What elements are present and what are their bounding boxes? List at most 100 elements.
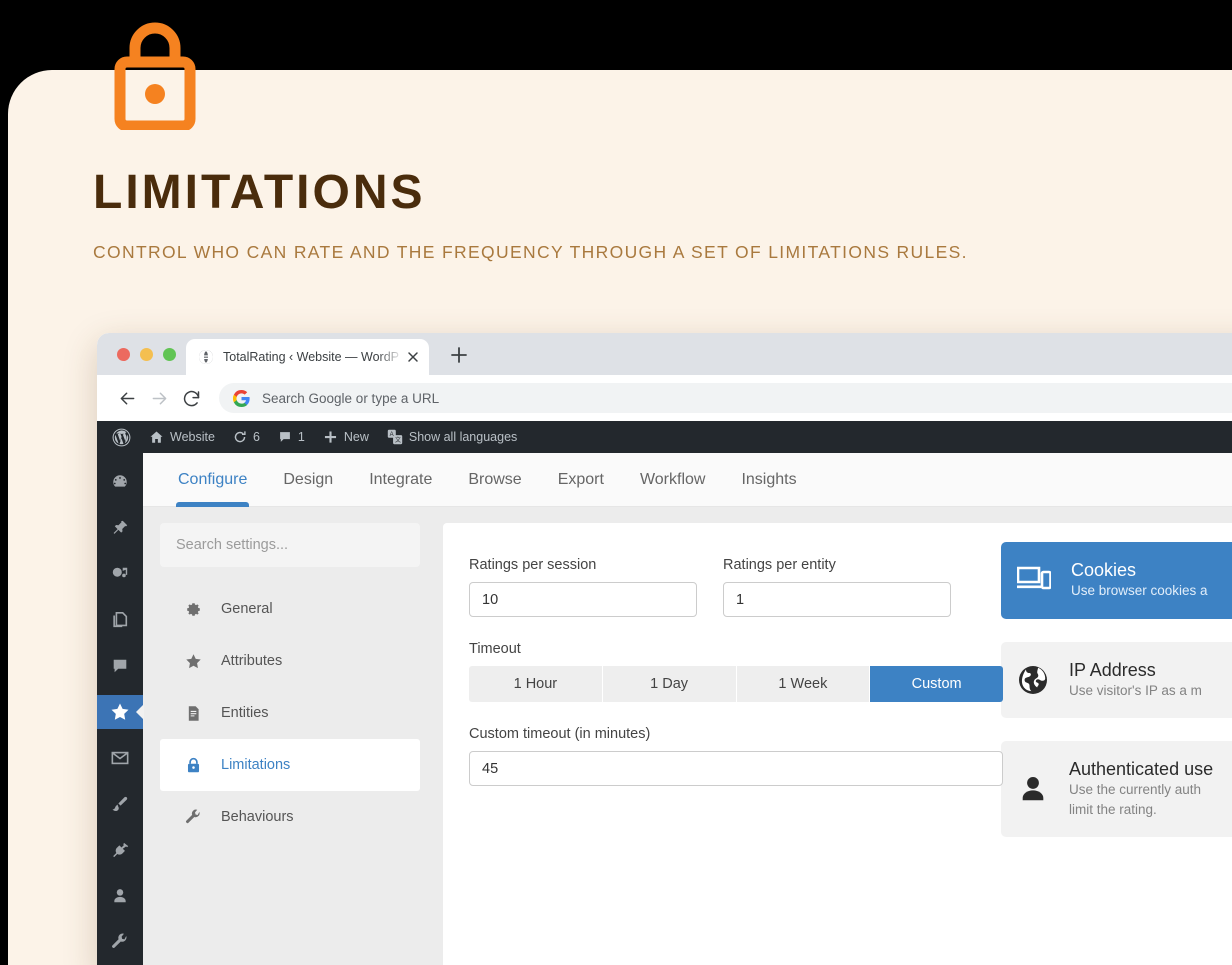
forward-arrow-icon[interactable] xyxy=(143,382,175,414)
sidebar-item-users[interactable] xyxy=(97,879,143,913)
method-card-title: Authenticated use xyxy=(1069,759,1214,780)
browser-tabstrip: TotalRating ‹ Website — WordP xyxy=(97,333,1232,375)
tab-design[interactable]: Design xyxy=(265,453,351,507)
settings-panel-row: Search settings... General Attributes En… xyxy=(143,507,1232,965)
custom-timeout-input[interactable]: 45 xyxy=(469,751,1003,786)
sidebar-item-dashboard[interactable] xyxy=(97,465,143,499)
browser-toolbar: Search Google or type a URL xyxy=(97,375,1232,421)
sidebar-item-attributes[interactable]: Attributes xyxy=(160,635,420,687)
window-controls xyxy=(117,348,176,361)
custom-timeout-value: 45 xyxy=(482,760,499,777)
tab-integrate[interactable]: Integrate xyxy=(351,453,450,507)
timeout-option-1-hour[interactable]: 1 Hour xyxy=(469,666,603,702)
sidebar-item-label: Limitations xyxy=(221,757,291,773)
timeout-option-1-week[interactable]: 1 Week xyxy=(736,666,871,702)
method-card-ip-address[interactable]: IP Address Use visitor's IP as a m xyxy=(1001,641,1232,719)
new-tab-button[interactable] xyxy=(448,344,470,366)
maximize-window-button[interactable] xyxy=(163,348,176,361)
devices-icon xyxy=(1017,566,1051,594)
search-input[interactable]: Search Google or type a URL xyxy=(219,383,1232,413)
tab-export[interactable]: Export xyxy=(540,453,622,507)
tab-label: Configure xyxy=(178,470,248,488)
method-card-title: Cookies xyxy=(1071,560,1137,580)
tab-workflow[interactable]: Workflow xyxy=(622,453,724,507)
browser-tab[interactable]: TotalRating ‹ Website — WordP xyxy=(186,339,429,375)
field-custom-timeout: Custom timeout (in minutes) 45 xyxy=(469,726,1003,786)
browser-window: TotalRating ‹ Website — WordP Search Goo… xyxy=(97,333,1232,965)
sidebar-item-appearance[interactable] xyxy=(97,787,143,821)
adminbar-label: 6 xyxy=(252,430,260,444)
timeout-option-1-day[interactable]: 1 Day xyxy=(602,666,737,702)
ratings-per-entity-input[interactable]: 1 xyxy=(723,582,951,617)
sidebar-item-label: Behaviours xyxy=(221,809,294,825)
adminbar-label: Website xyxy=(170,430,215,444)
sidebar-item-totalrating[interactable] xyxy=(97,695,143,729)
star-icon xyxy=(110,702,130,722)
settings-nav: Search settings... General Attributes En… xyxy=(160,523,420,965)
wrench-icon xyxy=(185,809,202,826)
lock-icon xyxy=(185,757,202,774)
ratings-per-entity-value: 1 xyxy=(736,591,745,608)
sidebar-item-pages[interactable] xyxy=(97,603,143,637)
method-card-desc: Use the currently auth limit the rating. xyxy=(1069,782,1202,817)
ratings-per-session-input[interactable]: 10 xyxy=(469,582,697,617)
google-g-icon xyxy=(232,389,250,407)
close-icon[interactable] xyxy=(405,349,421,365)
method-card-authenticated-user[interactable]: Authenticated use Use the currently auth… xyxy=(1001,741,1232,838)
sidebar-item-entities[interactable]: Entities xyxy=(160,687,420,739)
segment-label: Custom xyxy=(911,676,962,692)
plugin-tabbar: Configure Design Integrate Browse Export… xyxy=(143,453,1232,507)
brush-icon xyxy=(111,795,129,813)
custom-timeout-label: Custom timeout (in minutes) xyxy=(469,726,651,742)
close-window-button[interactable] xyxy=(117,348,130,361)
dashboard-icon xyxy=(111,473,129,491)
globe-icon xyxy=(198,349,214,365)
sidebar-item-label: General xyxy=(221,601,273,617)
adminbar-label: 1 xyxy=(297,430,305,444)
sidebar-item-label: Attributes xyxy=(221,653,283,669)
sidebar-item-comments[interactable] xyxy=(97,649,143,683)
method-card-title: IP Address xyxy=(1069,659,1156,680)
reload-icon[interactable] xyxy=(175,382,207,414)
limitation-method-cards: Cookies Use browser cookies a IP Address… xyxy=(977,523,1232,965)
field-ratings-per-entity: Ratings per entity 1 xyxy=(723,557,951,617)
tab-insights[interactable]: Insights xyxy=(723,453,814,507)
segment-label: 1 Hour xyxy=(513,676,558,692)
wp-admin-bar: Website 6 1 New A 文 Show all languages xyxy=(97,421,1232,453)
sidebar-item-tools[interactable] xyxy=(97,925,143,959)
minimize-window-button[interactable] xyxy=(140,348,153,361)
sidebar-item-mail[interactable] xyxy=(97,741,143,775)
mail-icon xyxy=(111,749,129,767)
tab-configure[interactable]: Configure xyxy=(160,453,265,507)
search-settings-input[interactable]: Search settings... xyxy=(160,523,420,567)
sidebar-item-general[interactable]: General xyxy=(160,583,420,635)
tab-browse[interactable]: Browse xyxy=(450,453,539,507)
adminbar-item-comments[interactable]: 1 xyxy=(269,421,314,453)
plug-icon xyxy=(111,841,129,859)
user-icon xyxy=(111,887,129,905)
back-arrow-icon[interactable] xyxy=(111,382,143,414)
sidebar-item-posts[interactable] xyxy=(97,511,143,545)
document-icon xyxy=(185,705,202,722)
search-settings-placeholder: Search settings... xyxy=(176,537,289,553)
method-card-cookies[interactable]: Cookies Use browser cookies a xyxy=(1001,542,1232,619)
adminbar-item-new[interactable]: New xyxy=(314,421,378,453)
sidebar-item-plugins[interactable] xyxy=(97,833,143,867)
sidebar-item-limitations[interactable]: Limitations xyxy=(160,739,420,791)
wordpress-logo-icon[interactable] xyxy=(103,421,140,453)
wrench-icon xyxy=(111,933,129,951)
timeout-option-custom[interactable]: Custom xyxy=(870,666,1003,702)
adminbar-item-updates[interactable]: 6 xyxy=(224,421,269,453)
adminbar-item-website[interactable]: Website xyxy=(140,421,224,453)
tab-label: Workflow xyxy=(639,470,706,488)
omnibox-placeholder: Search Google or type a URL xyxy=(262,390,440,406)
sidebar-item-media[interactable] xyxy=(97,557,143,591)
limitations-form: Ratings per session 10 Ratings per entit… xyxy=(443,523,1003,965)
sidebar-item-behaviours[interactable]: Behaviours xyxy=(160,791,420,843)
page-subtitle: CONTROL WHO CAN RATE AND THE FREQUENCY T… xyxy=(93,242,968,262)
method-card-desc: Use browser cookies a xyxy=(1071,583,1208,598)
adminbar-item-languages[interactable]: A 文 Show all languages xyxy=(378,421,526,453)
person-icon xyxy=(1017,774,1049,804)
ratings-per-session-value: 10 xyxy=(482,591,499,608)
segment-label: 1 Week xyxy=(778,676,828,692)
